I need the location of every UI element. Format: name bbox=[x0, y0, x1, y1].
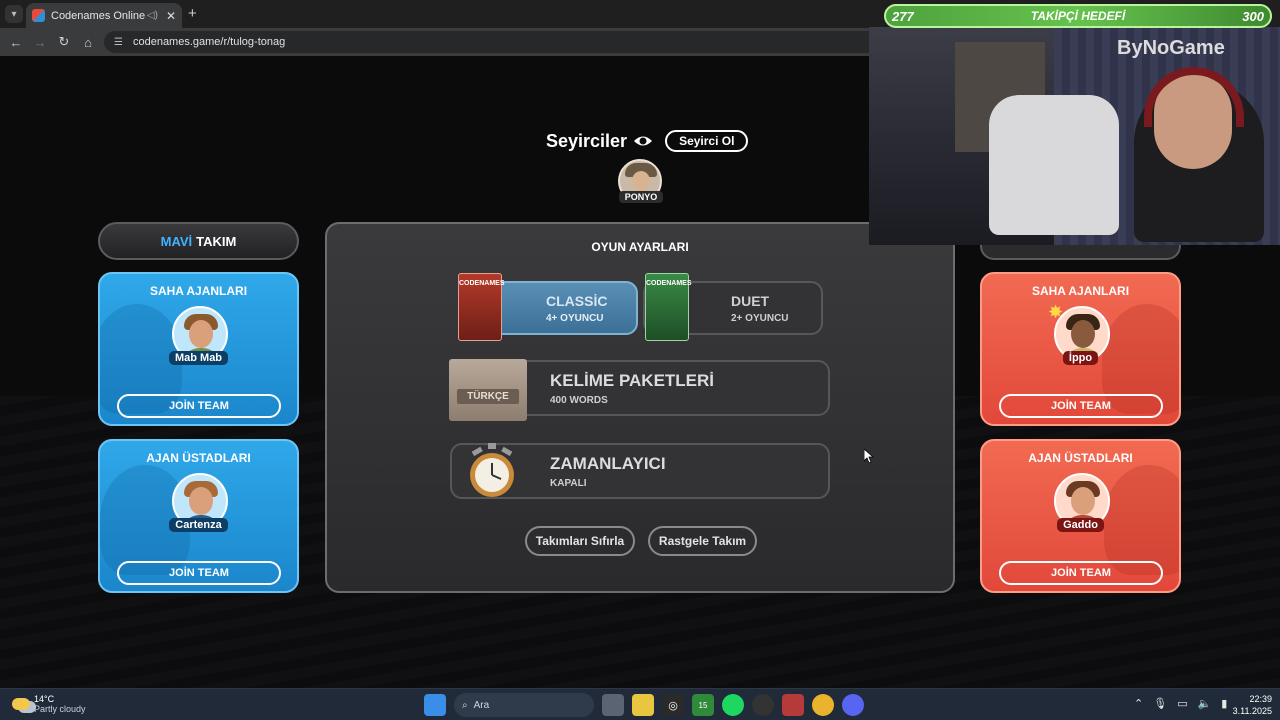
back-icon[interactable]: ← bbox=[4, 35, 28, 50]
weather-widget[interactable]: 14°C Partly cloudy bbox=[12, 694, 86, 714]
star-icon: ✸ bbox=[1048, 302, 1064, 322]
follower-goal-bar: 277 TAKİPÇİ HEDEFİ 300 bbox=[884, 4, 1272, 28]
tab-title: Codenames Online bbox=[51, 9, 146, 22]
blue-operative-name: Mab Mab bbox=[168, 351, 229, 365]
new-tab-icon[interactable]: + bbox=[188, 5, 197, 22]
gaming-chair bbox=[989, 95, 1119, 235]
mode-duet-name: DUET bbox=[731, 292, 770, 309]
mode-classic-players: 4+ OYUNCU bbox=[546, 312, 604, 324]
mouse-cursor-icon bbox=[864, 449, 874, 463]
timer-title: ZAMANLAYICI bbox=[550, 454, 666, 473]
url-text: codenames.game/r/tulog-tonag bbox=[132, 36, 286, 48]
reset-teams-button[interactable]: Takımları Sıfırla bbox=[525, 526, 635, 556]
word-pack-crate-icon: TÜRKÇE bbox=[449, 359, 527, 421]
red-spymasters-join-button[interactable]: JOİN TEAM bbox=[999, 561, 1163, 585]
blue-team-header: MAVİ TAKIM bbox=[98, 222, 299, 260]
tab-close-icon[interactable]: ✕ bbox=[166, 9, 176, 23]
display-icon[interactable]: ▭ bbox=[1177, 697, 1187, 710]
chatgpt-icon[interactable]: ◎ bbox=[662, 694, 684, 716]
blue-team-label: TAKIM bbox=[196, 233, 237, 249]
classic-box-image: CODENAMES bbox=[458, 273, 505, 341]
crate-label: TÜRKÇE bbox=[457, 389, 519, 404]
red-operatives-join-button[interactable]: JOİN TEAM bbox=[999, 394, 1163, 418]
eye-icon bbox=[634, 136, 653, 146]
blue-spymasters-card: AJAN ÜSTADLARI Cartenza JOİN TEAM bbox=[98, 439, 299, 593]
red-operatives-title: SAHA AJANLARI bbox=[1031, 284, 1130, 298]
red-operative-name: İppo bbox=[1062, 351, 1099, 365]
discord-icon[interactable] bbox=[842, 694, 864, 716]
xbox-badge: 15 bbox=[698, 700, 708, 710]
chrome-icon[interactable] bbox=[812, 694, 834, 716]
clock-date: 3.11.2025 bbox=[1232, 706, 1272, 716]
channel-logo: ByNoGame bbox=[1117, 37, 1225, 59]
spotify-icon[interactable] bbox=[722, 694, 744, 716]
blue-team-label-colored: MAVİ bbox=[160, 233, 193, 249]
clock-time: 22:39 bbox=[1249, 694, 1272, 704]
mode-classic-name: CLASSİC bbox=[546, 292, 608, 309]
become-spectator-button[interactable]: Seyirci Ol bbox=[665, 130, 749, 152]
timer-status: KAPALI bbox=[550, 478, 587, 489]
spectators-title: Seyirciler bbox=[546, 130, 628, 151]
forward-icon[interactable]: → bbox=[28, 35, 52, 50]
tab-audio-icon[interactable]: ◁) bbox=[147, 10, 158, 21]
goal-label: TAKİPÇİ HEDEFİ bbox=[1030, 9, 1126, 23]
system-tray: ⌃ 🎙 ▭ 🔈 ▮ bbox=[1134, 697, 1237, 710]
video-editor-icon[interactable] bbox=[782, 694, 804, 716]
duet-box-image: CODENAMES bbox=[645, 273, 692, 341]
red-spymaster-name: Gaddo bbox=[1057, 518, 1104, 532]
screen: ▾ Codenames Online ◁) ✕ + ← → ↻ ⌂ ☰ code… bbox=[0, 0, 1280, 720]
stopwatch-icon bbox=[470, 443, 514, 497]
taskbar-clock[interactable]: 22:39 3.11.2025 bbox=[1228, 693, 1272, 717]
word-packs-count: 400 WORDS bbox=[550, 395, 608, 406]
battery-icon[interactable]: ▮ bbox=[1221, 697, 1227, 710]
search-placeholder: Ara bbox=[473, 699, 490, 711]
windows-start-icon[interactable] bbox=[424, 694, 446, 716]
blue-spymasters-title: AJAN ÜSTADLARI bbox=[146, 451, 251, 465]
goal-current: 277 bbox=[892, 8, 914, 24]
random-teams-button[interactable]: Rastgele Takım bbox=[648, 526, 757, 556]
goal-target: 300 bbox=[1242, 8, 1264, 24]
microphone-icon[interactable]: 🎙 bbox=[1153, 697, 1167, 710]
search-icon: ⌕ bbox=[462, 699, 468, 711]
red-spymasters-title: AJAN ÜSTADLARI bbox=[1028, 451, 1133, 465]
spectators-header: Seyirciler Seyirci Ol bbox=[546, 130, 749, 152]
tab-search-dropdown-icon[interactable]: ▾ bbox=[5, 5, 23, 23]
browser-tab[interactable]: Codenames Online ◁) ✕ bbox=[26, 3, 182, 28]
task-view-icon[interactable] bbox=[602, 694, 624, 716]
blue-operatives-title: SAHA AJANLARI bbox=[149, 284, 248, 298]
blue-operatives-card: SAHA AJANLARI Mab Mab JOİN TEAM bbox=[98, 272, 299, 426]
url-field[interactable]: ☰ codenames.game/r/tulog-tonag bbox=[104, 31, 894, 53]
notes-app-icon[interactable] bbox=[632, 694, 654, 716]
site-info-icon[interactable]: ☰ bbox=[114, 37, 123, 48]
volume-icon[interactable]: 🔈 bbox=[1198, 697, 1212, 710]
xbox-icon[interactable]: 15 bbox=[692, 694, 714, 716]
taskbar-search[interactable]: ⌕ Ara bbox=[454, 693, 594, 717]
word-packs-title: KELİME PAKETLERİ bbox=[550, 371, 715, 390]
spectator-name: PONYO bbox=[619, 191, 663, 203]
blue-spymasters-join-button[interactable]: JOİN TEAM bbox=[117, 561, 281, 585]
obs-icon[interactable] bbox=[752, 694, 774, 716]
red-operatives-card: SAHA AJANLARI ✸ İppo JOİN TEAM bbox=[980, 272, 1181, 426]
blue-operatives-join-button[interactable]: JOİN TEAM bbox=[117, 394, 281, 418]
game-settings-panel: OYUN AYARLARI CLASSİC 4+ OYUNCU CODENAME… bbox=[325, 222, 955, 593]
home-icon[interactable]: ⌂ bbox=[76, 35, 100, 50]
box-label: CODENAMES bbox=[646, 280, 692, 287]
settings-title: OYUN AYARLARI bbox=[591, 240, 689, 254]
box-label: CODENAMES bbox=[459, 280, 505, 287]
codenames-favicon-icon bbox=[32, 9, 45, 22]
chevron-up-icon[interactable]: ⌃ bbox=[1134, 697, 1143, 710]
weather-desc: Partly cloudy bbox=[34, 704, 86, 714]
weather-temp: 14°C bbox=[34, 694, 55, 704]
taskbar-apps: ⌕ Ara ◎ 15 bbox=[424, 693, 872, 717]
taskbar: 14°C Partly cloudy ⌕ Ara ◎ 15 ⌃ 🎙 ▭ 🔈 ▮ … bbox=[0, 688, 1280, 720]
mode-duet-players: 2+ OYUNCU bbox=[731, 312, 789, 324]
blue-spymaster-name: Cartenza bbox=[169, 518, 228, 532]
partly-cloudy-icon bbox=[12, 698, 30, 710]
webcam-overlay: ByNoGame bbox=[869, 27, 1280, 245]
reload-icon[interactable]: ↻ bbox=[52, 34, 76, 50]
red-spymasters-card: AJAN ÜSTADLARI Gaddo JOİN TEAM bbox=[980, 439, 1181, 593]
